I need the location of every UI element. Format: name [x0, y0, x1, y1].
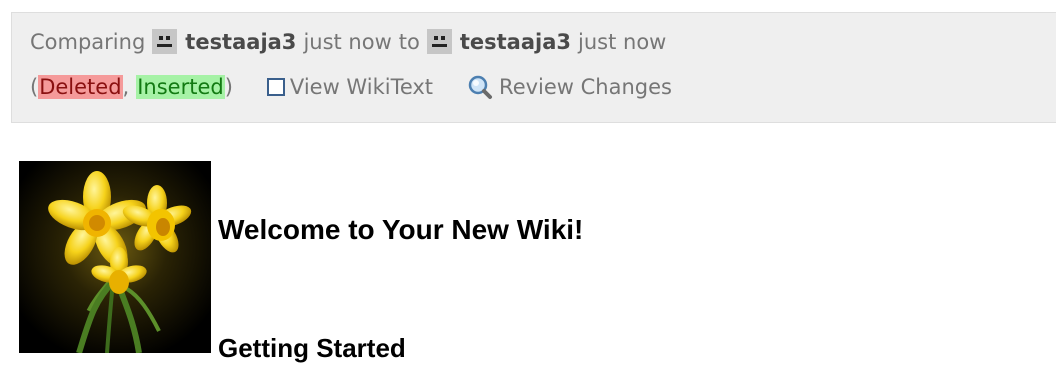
- revision-compare-bar: Comparing testaaja3 just now to testaaja…: [11, 12, 1056, 123]
- daffodil-image: [19, 161, 211, 353]
- view-wikitext-label[interactable]: View WikiText: [290, 75, 433, 99]
- left-user-name[interactable]: testaaja3: [185, 30, 296, 54]
- legend-close-paren: ): [224, 75, 233, 99]
- user-avatar-icon: [152, 29, 178, 54]
- legend-deleted: Deleted: [38, 75, 123, 99]
- magnifier-icon: [468, 75, 493, 99]
- welcome-heading: Welcome to Your New Wiki!: [218, 214, 584, 245]
- comparing-label: Comparing: [30, 29, 146, 54]
- legend-comma: ,: [122, 75, 130, 99]
- right-time: just now: [578, 29, 667, 54]
- compare-options: ( Deleted , Inserted ) View WikiText Rev…: [30, 74, 672, 100]
- right-user-name[interactable]: testaaja3: [460, 30, 571, 54]
- review-changes-label: Review Changes: [499, 75, 672, 99]
- legend-inserted: Inserted: [136, 75, 225, 99]
- left-time: just now: [303, 29, 392, 54]
- to-label: to: [398, 29, 420, 54]
- review-changes-button[interactable]: Review Changes: [467, 74, 672, 100]
- getting-started-heading: Getting Started: [218, 333, 406, 363]
- view-wikitext-checkbox[interactable]: [266, 78, 285, 96]
- compare-summary: Comparing testaaja3 just now to testaaja…: [30, 29, 666, 54]
- user-avatar-icon: [426, 29, 452, 54]
- legend-open-paren: (: [30, 75, 39, 99]
